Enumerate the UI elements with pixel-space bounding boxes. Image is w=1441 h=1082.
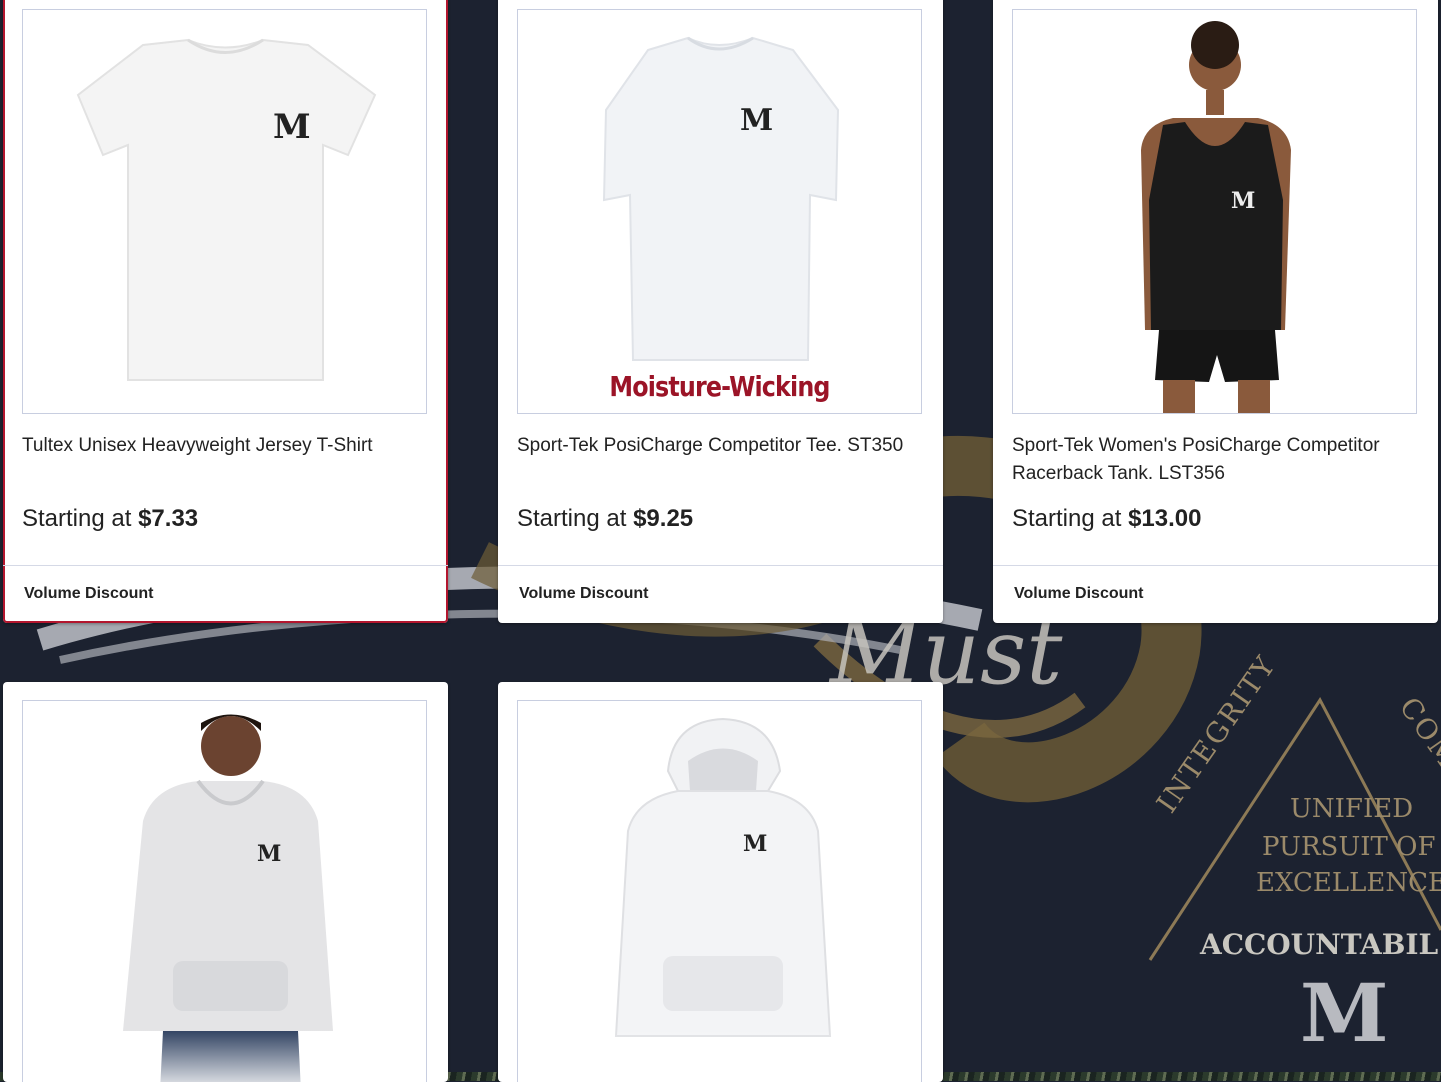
product-image[interactable]: M — [22, 700, 427, 1082]
product-card[interactable]: M — [498, 682, 943, 1082]
product-title[interactable]: Tultex Unisex Heavyweight Jersey T-Shirt — [22, 432, 422, 460]
seal-word-excellence: EXCELLENCE — [1256, 868, 1441, 898]
seal-word-pursuit: PURSUIT OF — [1262, 832, 1436, 862]
seal-word-unified: UNIFIED — [1290, 794, 1414, 824]
product-card[interactable]: M Tultex Unisex Heavyweight Jersey T-Shi… — [3, 0, 448, 623]
hoodie-model-image: M — [123, 714, 333, 1082]
volume-discount-link[interactable]: Volume Discount — [24, 585, 154, 603]
card-divider — [498, 565, 943, 566]
volume-discount-link[interactable]: Volume Discount — [519, 585, 649, 603]
price-prefix: Starting at — [22, 505, 132, 532]
hoodie-image: M — [614, 717, 832, 1037]
price-prefix: Starting at — [517, 505, 627, 532]
svg-text:M: M — [743, 831, 767, 857]
product-title[interactable]: Sport-Tek PosiCharge Competitor Tee. ST3… — [517, 432, 917, 460]
seal-word-accountability: ACCOUNTABIL — [1200, 928, 1439, 961]
volume-discount-link[interactable]: Volume Discount — [1014, 585, 1144, 603]
price-value: $13.00 — [1128, 505, 1202, 532]
product-price: Starting at $7.33 — [22, 505, 198, 533]
card-divider — [3, 565, 448, 566]
price-value: $7.33 — [138, 505, 199, 532]
svg-text:M: M — [1231, 188, 1255, 214]
svg-text:M: M — [257, 841, 281, 867]
image-fade — [518, 1029, 921, 1082]
product-card[interactable]: M Sport-Tek Women's PosiCharge Competito… — [993, 0, 1438, 623]
product-card[interactable]: M Moisture-Wicking Sport-Tek PosiCharge … — [498, 0, 943, 623]
moisture-wicking-caption: Moisture-Wicking — [609, 370, 830, 403]
product-price: Starting at $9.25 — [517, 505, 693, 533]
product-image[interactable]: M — [22, 9, 427, 414]
card-divider — [993, 565, 1438, 566]
product-card[interactable]: M — [3, 682, 448, 1082]
svg-text:M: M — [273, 107, 311, 147]
background-m-logo: M — [1300, 966, 1389, 1060]
tshirt-image: M — [602, 36, 840, 361]
product-price: Starting at $13.00 — [1012, 505, 1201, 533]
price-value: $9.25 — [633, 505, 694, 532]
svg-text:M: M — [740, 103, 773, 138]
product-image[interactable]: M — [517, 700, 922, 1082]
tank-top-model-image: M — [1141, 21, 1291, 413]
product-title[interactable]: Sport-Tek Women's PosiCharge Competitor … — [1012, 432, 1412, 488]
product-image[interactable]: M Moisture-Wicking — [517, 9, 922, 414]
image-fade — [23, 1029, 426, 1082]
tshirt-image: M — [76, 38, 377, 381]
product-image[interactable]: M — [1012, 9, 1417, 414]
price-prefix: Starting at — [1012, 505, 1122, 532]
